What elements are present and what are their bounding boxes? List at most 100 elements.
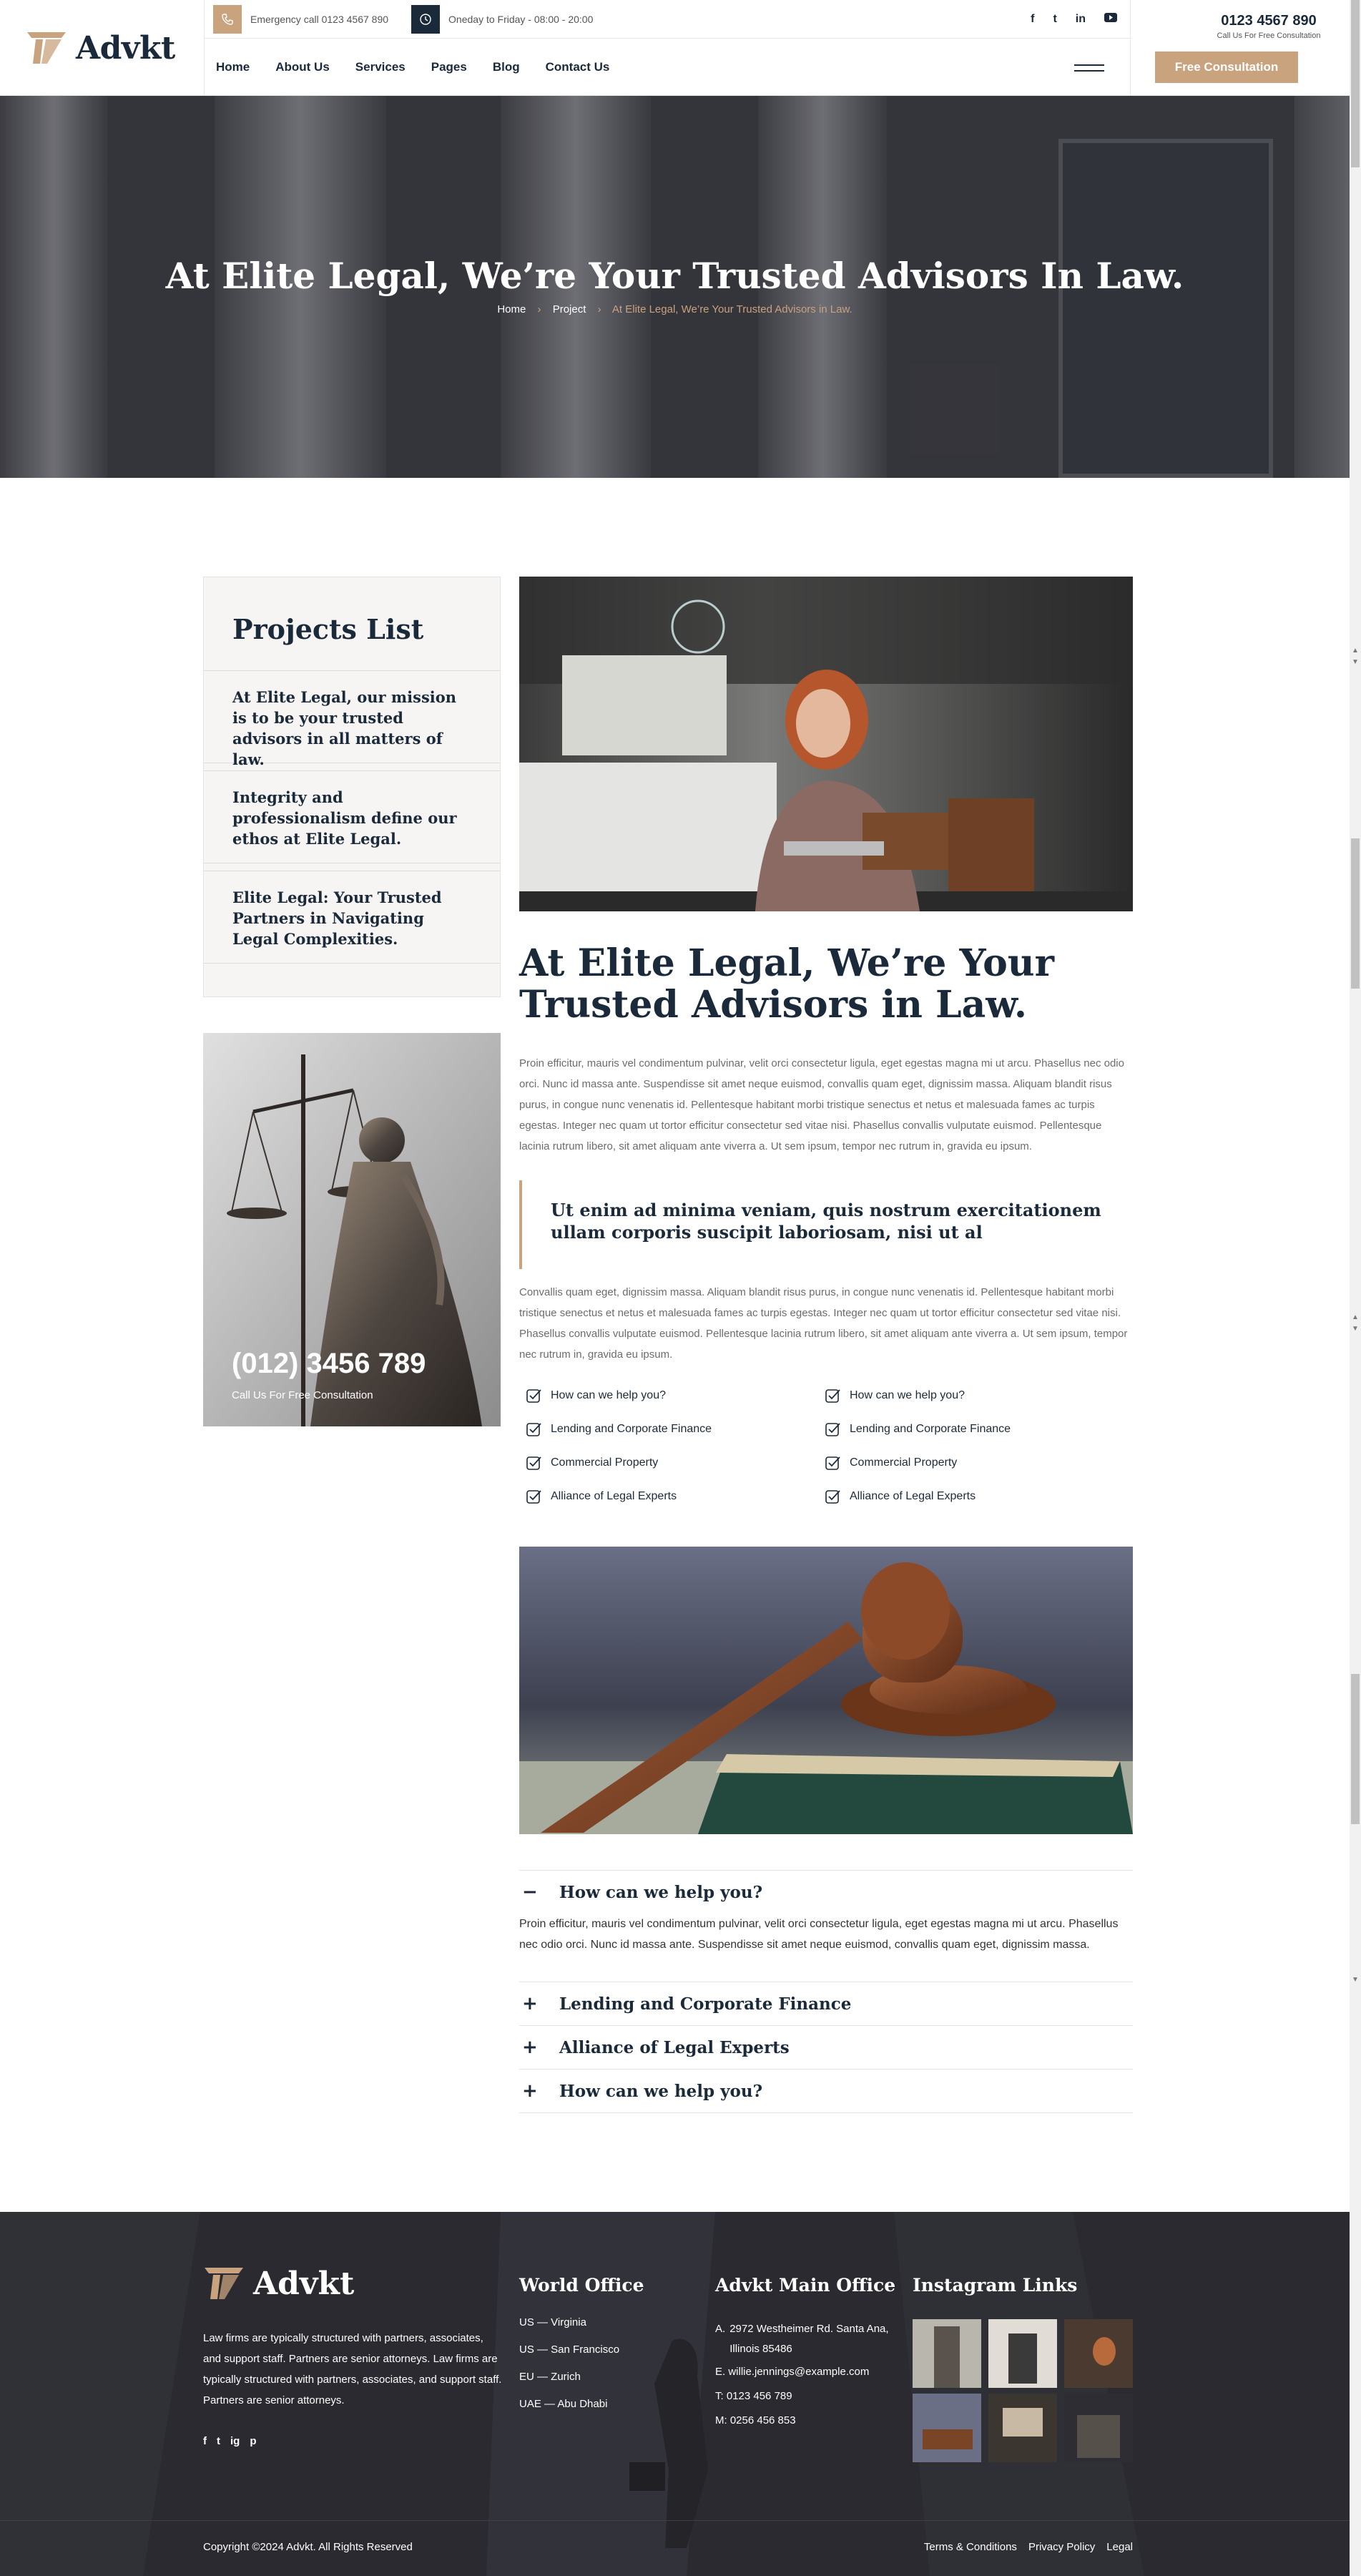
legal-link[interactable]: Legal (1106, 2541, 1133, 2553)
scroll-up-icon[interactable]: ▲ (1351, 647, 1360, 655)
plus-icon: + (522, 2080, 538, 2102)
breadcrumb-current: At Elite Legal, We’re Your Trusted Advis… (611, 303, 853, 315)
accordion-answer: Proin efficitur, mauris vel condimentum … (519, 1918, 1119, 1951)
list-item: How can we help you? (526, 1388, 666, 1404)
footer-about: Law firms are typically structured with … (203, 2332, 502, 2406)
menu-icon[interactable] (1074, 64, 1104, 76)
mobile[interactable]: M: 0256 456 853 (715, 2411, 908, 2431)
office-link[interactable]: US — San Francisco (519, 2344, 619, 2356)
list-item: Lending and Corporate Finance (825, 1421, 1011, 1437)
gavel-image (519, 1547, 1133, 1834)
breadcrumb-project[interactable]: Project (553, 303, 586, 315)
logo-icon (205, 2268, 243, 2299)
world-office-title: World Office (519, 2275, 644, 2296)
main-office-contact: A. 2972 Westheimer Rd. Santa Ana, Illino… (715, 2319, 908, 2431)
nav-pages[interactable]: Pages (431, 60, 467, 74)
terms-link[interactable]: Terms & Conditions (924, 2541, 1017, 2553)
youtube-icon[interactable] (1104, 13, 1117, 26)
accordion-item: + Lending and Corporate Finance (519, 1982, 1133, 2025)
checkbox-icon (825, 1456, 840, 1470)
plus-icon: + (522, 1993, 538, 2014)
email-link[interactable]: E. willie.jennings@example.com (715, 2362, 908, 2382)
instagram-photo[interactable] (1064, 2394, 1133, 2462)
checkbox-icon (526, 1389, 541, 1403)
logo[interactable]: Advkt (0, 0, 205, 96)
project-description: Proin efficitur, mauris vel condimentum … (519, 1057, 1124, 1152)
scroll-down-icon[interactable]: ▼ (1351, 1325, 1360, 1333)
scroll-down-icon[interactable]: ▼ (1351, 1976, 1360, 1984)
footer-logo-text: Advkt (253, 2265, 355, 2302)
top-bar: Emergency call 0123 4567 890 Oneday to F… (205, 0, 1130, 39)
instagram-photo[interactable] (913, 2394, 981, 2462)
telephone[interactable]: T: 0123 456 789 (715, 2386, 908, 2406)
scrollbar-thumb[interactable] (1351, 1674, 1360, 1824)
accordion-question: How can we help you? (559, 1882, 763, 1902)
nav-about-us[interactable]: About Us (275, 60, 330, 74)
scrollbar-thumb[interactable] (1351, 0, 1360, 167)
nav-blog[interactable]: Blog (493, 60, 520, 74)
list-item: Commercial Property (825, 1455, 957, 1471)
twitter-icon[interactable]: t (217, 2435, 220, 2447)
list-item: Lending and Corporate Finance (526, 1421, 712, 1437)
nav-services[interactable]: Services (355, 60, 406, 74)
office-link[interactable]: UAE — Abu Dhabi (519, 2398, 619, 2410)
chevron-right-icon: › (537, 303, 541, 315)
facebook-icon[interactable]: f (1031, 13, 1034, 26)
project-quote: Ut enim ad minima veniam, quis nostrum e… (519, 1180, 1133, 1269)
nav-contact-us[interactable]: Contact Us (546, 60, 610, 74)
accordion-question: Alliance of Legal Experts (559, 2037, 790, 2057)
site-header: Advkt Emergency call 0123 4567 890 Oneda… (0, 0, 1350, 96)
hero-title: At Elite Legal, We’re Your Trusted Advis… (165, 255, 1184, 297)
linkedin-icon[interactable]: in (1076, 13, 1086, 26)
footer-social-links: f t ig p (203, 2435, 257, 2447)
privacy-link[interactable]: Privacy Policy (1028, 2541, 1095, 2553)
accordion-toggle[interactable]: − How can we help you? (519, 1871, 1133, 1914)
list-item: Commercial Property (526, 1455, 658, 1471)
instagram-photo[interactable] (988, 2319, 1057, 2388)
office-link[interactable]: EU — Zurich (519, 2371, 619, 2383)
project-link[interactable]: Elite Legal: Your Trusted Partners in Na… (204, 871, 500, 964)
instagram-icon[interactable]: ig (230, 2435, 240, 2447)
logo-icon (27, 32, 66, 64)
nav-home[interactable]: Home (216, 60, 250, 74)
minus-icon: − (522, 1881, 538, 1903)
instagram-photo[interactable] (1064, 2319, 1133, 2388)
project-main-image (519, 577, 1133, 911)
checkbox-icon (526, 1456, 541, 1470)
emergency-call[interactable]: Emergency call 0123 4567 890 (213, 4, 388, 34)
scroll-down-icon[interactable]: ▼ (1351, 658, 1360, 666)
header-phone[interactable]: 0123 4567 890 (1131, 13, 1350, 29)
project-link[interactable]: Integrity and professionalism define our… (204, 770, 500, 863)
facebook-icon[interactable]: f (203, 2435, 207, 2447)
footer-bottom-bar: Copyright ©2024 Advkt. All Rights Reserv… (0, 2520, 1350, 2576)
header-contact: 0123 4567 890 Call Us For Free Consultat… (1130, 0, 1350, 96)
office-link[interactable]: US — Virginia (519, 2316, 619, 2328)
accordion-item: + Alliance of Legal Experts (519, 2025, 1133, 2069)
scrollbar-track[interactable] (1350, 0, 1361, 2576)
project-description-2: Convallis quam eget, dignissim massa. Al… (519, 1286, 1128, 1361)
scrollbar-thumb[interactable] (1351, 838, 1360, 989)
free-consultation-button[interactable]: Free Consultation (1155, 52, 1298, 83)
site-footer: Advkt Law firms are typically structured… (0, 2212, 1350, 2576)
justice-statue-image: (012) 3456 789 Call Us For Free Consulta… (203, 1033, 501, 1426)
accordion-item: − How can we help you? Proin efficitur, … (519, 1870, 1133, 1979)
accordion-toggle[interactable]: + Lending and Corporate Finance (519, 1982, 1133, 2025)
instagram-title: Instagram Links (913, 2275, 1078, 2296)
instagram-photo[interactable] (988, 2394, 1057, 2462)
project-link[interactable]: At Elite Legal, our mission is to be you… (204, 670, 500, 768)
list-item: Alliance of Legal Experts (825, 1489, 976, 1504)
accordion-toggle[interactable]: + How can we help you? (519, 2070, 1133, 2112)
clock-icon (411, 4, 441, 34)
accordion-toggle[interactable]: + Alliance of Legal Experts (519, 2026, 1133, 2069)
sidebar-phone[interactable]: (012) 3456 789 (232, 1348, 426, 1380)
twitter-icon[interactable]: t (1053, 13, 1056, 26)
checkbox-icon (526, 1490, 541, 1504)
accordion-question: How can we help you? (559, 2081, 763, 2101)
pinterest-icon[interactable]: p (250, 2435, 256, 2447)
breadcrumb-home[interactable]: Home (497, 303, 526, 315)
instagram-photo[interactable] (913, 2319, 981, 2388)
main-office-title: Advkt Main Office (715, 2275, 896, 2296)
accordion-item: + How can we help you? (519, 2069, 1133, 2113)
footer-logo[interactable]: Advkt (203, 2265, 354, 2302)
scroll-up-icon[interactable]: ▲ (1351, 1313, 1360, 1321)
